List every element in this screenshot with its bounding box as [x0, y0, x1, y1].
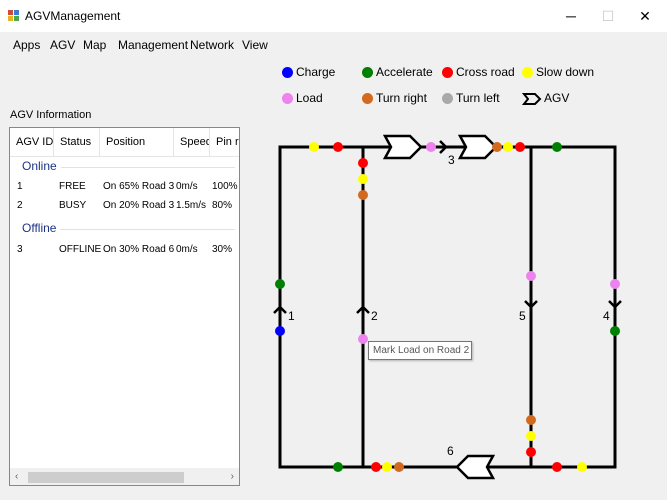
- marker-turn-right[interactable]: [526, 415, 536, 425]
- agv-icon[interactable]: [455, 454, 496, 480]
- marker-slow-down[interactable]: [382, 462, 392, 472]
- map-tooltip: Mark Load on Road 2: [368, 341, 472, 360]
- marker-load[interactable]: [610, 279, 620, 289]
- marker-cross-road[interactable]: [526, 447, 536, 457]
- marker-accelerate[interactable]: [552, 142, 562, 152]
- road-label-6: 6: [447, 444, 454, 458]
- marker-cross-road[interactable]: [515, 142, 525, 152]
- marker-accelerate[interactable]: [610, 326, 620, 336]
- marker-cross-road[interactable]: [552, 462, 562, 472]
- marker-slow-down[interactable]: [309, 142, 319, 152]
- marker-cross-road[interactable]: [333, 142, 343, 152]
- road-label-4: 4: [603, 309, 610, 323]
- road-label-2: 2: [371, 309, 378, 323]
- marker-slow-down[interactable]: [503, 142, 513, 152]
- marker-slow-down[interactable]: [358, 174, 368, 184]
- agv-icon[interactable]: [457, 134, 498, 160]
- marker-turn-right[interactable]: [394, 462, 404, 472]
- marker-slow-down[interactable]: [577, 462, 587, 472]
- marker-accelerate[interactable]: [275, 279, 285, 289]
- agv-icon[interactable]: [382, 134, 423, 160]
- marker-load[interactable]: [526, 271, 536, 281]
- marker-turn-right[interactable]: [358, 190, 368, 200]
- marker-cross-road[interactable]: [371, 462, 381, 472]
- road-outer-loop: [278, 145, 617, 469]
- marker-cross-road[interactable]: [358, 158, 368, 168]
- marker-accelerate[interactable]: [333, 462, 343, 472]
- road-map[interactable]: 1 2 3 4 5 6: [0, 0, 667, 500]
- road-label-5: 5: [519, 309, 526, 323]
- marker-load[interactable]: [426, 142, 436, 152]
- road-label-3: 3: [448, 153, 455, 167]
- marker-turn-right[interactable]: [492, 142, 502, 152]
- marker-load[interactable]: [358, 334, 368, 344]
- road-label-1: 1: [288, 309, 295, 323]
- marker-slow-down[interactable]: [526, 431, 536, 441]
- marker-charge[interactable]: [275, 326, 285, 336]
